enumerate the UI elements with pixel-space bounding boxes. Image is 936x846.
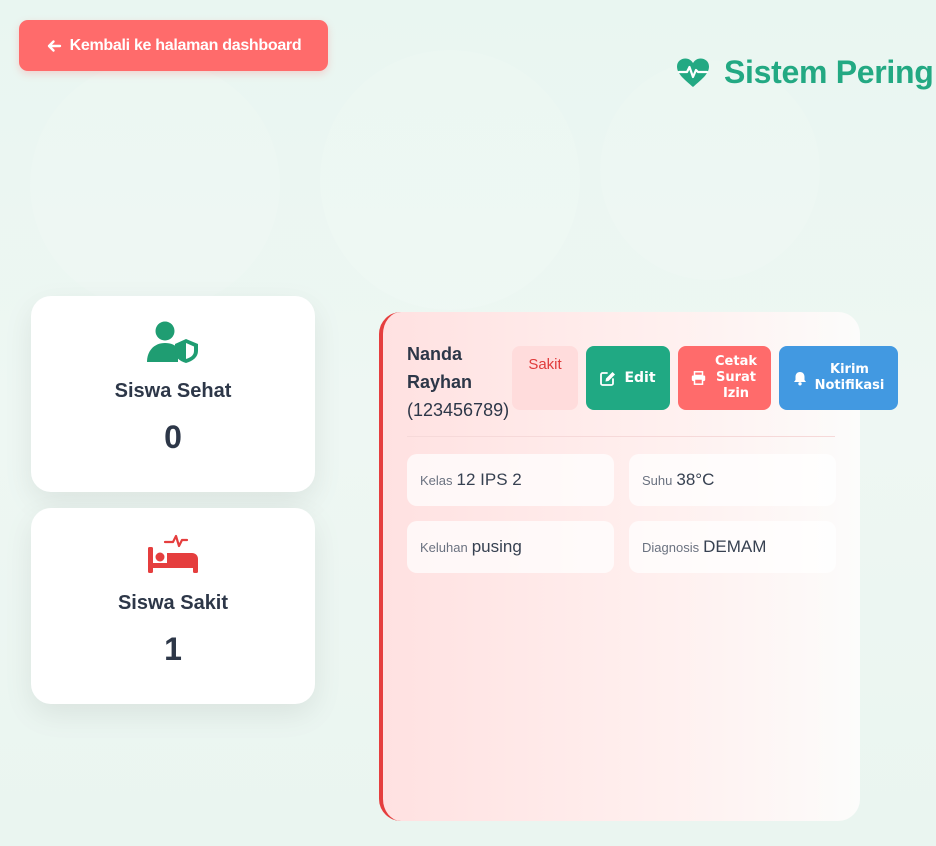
user-shield-icon — [147, 320, 199, 364]
info-suhu: Suhu 38°C — [629, 454, 836, 506]
info-value: pusing — [471, 537, 522, 556]
edit-button[interactable]: Edit — [586, 346, 670, 410]
patient-card: Nanda Rayhan (123456789) Sakit Edit Ceta… — [379, 312, 898, 821]
send-notification-label: Kirim Notifikasi — [814, 362, 885, 393]
info-label: Keluhan — [420, 539, 468, 555]
send-notification-button[interactable]: Kirim Notifikasi — [779, 346, 898, 410]
stat-label: Siswa Sehat — [114, 380, 232, 402]
info-diagnosis: Diagnosis DEMAM — [629, 521, 836, 573]
bell-icon — [793, 371, 807, 386]
brand: Sistem Pering — [676, 54, 934, 91]
heart-pulse-icon — [676, 58, 710, 88]
status-badge: Sakit — [512, 346, 578, 410]
stat-value: 0 — [164, 419, 182, 455]
back-button-label: Kembali ke halaman dashboard — [69, 36, 302, 54]
back-to-dashboard-button[interactable]: Kembali ke halaman dashboard — [19, 20, 328, 71]
print-letter-button[interactable]: Cetak Surat Izin — [678, 346, 771, 410]
brand-title: Sistem Pering — [724, 54, 934, 90]
edit-icon — [600, 371, 616, 386]
info-label: Kelas — [420, 472, 453, 488]
stat-card-healthy: Siswa Sehat 0 — [31, 296, 315, 492]
patient-name: Nanda Rayhan — [407, 344, 473, 392]
info-value: DEMAM — [703, 537, 767, 556]
arrow-left-icon — [46, 38, 62, 54]
print-letter-label: Cetak Surat Izin — [715, 354, 757, 401]
background-decoration — [320, 50, 580, 310]
stat-value: 1 — [164, 631, 182, 667]
info-label: Suhu — [642, 472, 673, 488]
edit-label: Edit — [624, 370, 656, 386]
patient-name-block: Nanda Rayhan (123456789) — [407, 340, 517, 424]
patient-id: (123456789) — [407, 400, 510, 420]
stat-card-sick: Siswa Sakit 1 — [31, 508, 315, 704]
info-value: 12 IPS 2 — [456, 470, 522, 489]
stat-label: Siswa Sakit — [117, 592, 229, 614]
info-keluhan: Keluhan pusing — [407, 521, 614, 573]
info-label: Diagnosis — [642, 539, 700, 555]
bed-pulse-icon — [147, 532, 199, 576]
info-kelas: Kelas 12 IPS 2 — [407, 454, 614, 506]
background-decoration — [600, 60, 820, 280]
info-value: 38°C — [676, 470, 715, 489]
background-decoration — [30, 60, 280, 310]
divider — [407, 436, 835, 437]
print-icon — [691, 371, 706, 385]
